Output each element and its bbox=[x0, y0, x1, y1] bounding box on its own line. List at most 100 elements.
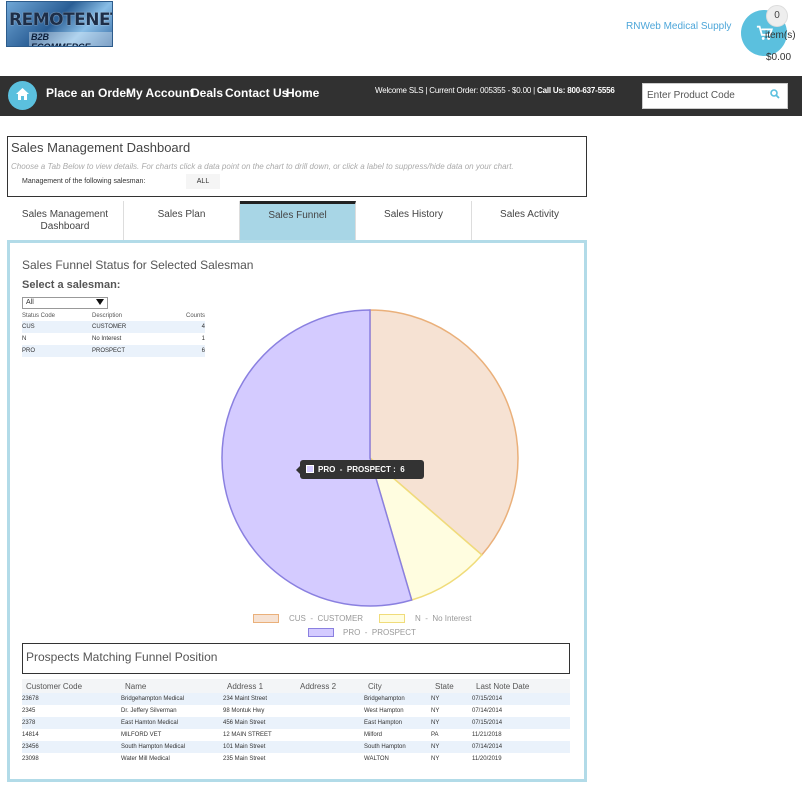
cell-customer-name: South Hampton Medical bbox=[121, 741, 223, 753]
status-header-description: Description bbox=[92, 312, 123, 319]
tab-sales-history[interactable]: Sales History bbox=[356, 201, 472, 241]
cell-customer-name: Bridgehampton Medical bbox=[121, 693, 223, 705]
table-row[interactable]: 23098 Water Mill Medical 235 Main Street WA… bbox=[22, 753, 570, 765]
cell-customer-code: 23098 bbox=[22, 756, 39, 762]
cell-address2 bbox=[296, 693, 364, 705]
funnel-title: Sales Funnel Status for Selected Salesma… bbox=[22, 258, 254, 272]
supplier-link[interactable]: RNWeb Medical Supply bbox=[626, 21, 731, 32]
table-row[interactable]: 23678 Bridgehampton Medical 234 Maint Stre… bbox=[22, 693, 570, 705]
legend-label-2[interactable]: PRO - PROSPECT bbox=[343, 628, 416, 637]
cell-customer-code: 2378 bbox=[22, 717, 121, 729]
cell-customer-code: 14814 bbox=[22, 732, 39, 738]
cell-last-note-date: 07/15/2014 bbox=[472, 693, 570, 705]
col-last-note-date[interactable]: Last Note Date bbox=[472, 679, 570, 693]
logo[interactable]: REMOTENET B2B ECOMMERCE bbox=[6, 1, 113, 47]
col-address2[interactable]: Address 2 bbox=[296, 679, 364, 693]
home-button[interactable] bbox=[8, 81, 37, 110]
cell-last-note-date: 07/14/2014 bbox=[472, 708, 503, 714]
tab-sales-plan[interactable]: Sales Plan bbox=[124, 201, 240, 241]
cell-last-note-date: 07/15/2014 bbox=[472, 717, 570, 729]
legend-swatch-0[interactable] bbox=[253, 614, 279, 623]
salesman-select-value: All bbox=[26, 299, 34, 306]
cell-address2 bbox=[296, 753, 364, 765]
cell-address2 bbox=[296, 717, 364, 729]
cell-address2 bbox=[296, 741, 364, 753]
cell-address1: 98 Montuk Hwy bbox=[223, 708, 265, 714]
cell-city: WALTON bbox=[364, 756, 389, 762]
status-code: N bbox=[22, 336, 27, 342]
status-header-code: Status Code bbox=[22, 312, 56, 319]
search-box bbox=[642, 83, 788, 109]
chart-tooltip: PRO - PROSPECT : 6 bbox=[296, 460, 424, 479]
col-customer-code[interactable]: Customer Code bbox=[22, 679, 121, 693]
tooltip-text: PRO - PROSPECT : 6 bbox=[318, 465, 405, 474]
cell-address1: 12 MAIN STREET bbox=[223, 732, 272, 738]
chevron-down-icon bbox=[96, 299, 104, 305]
nav-contact-us[interactable]: Contact Us bbox=[225, 86, 288, 100]
status-code: PRO bbox=[22, 345, 92, 357]
col-address1[interactable]: Address 1 bbox=[223, 679, 296, 693]
nav-home[interactable]: Home bbox=[286, 86, 319, 100]
prospects-table: Customer Code Name Address 1 Address 2 C… bbox=[22, 679, 570, 765]
home-icon bbox=[16, 88, 29, 100]
cell-last-note-date: 11/21/2018 bbox=[472, 732, 502, 738]
management-label: Management of the following salesman: bbox=[22, 178, 146, 185]
cart-items-label: item(s) bbox=[765, 30, 796, 41]
dashboard-tabs: Sales Management Dashboard Sales Plan Sa… bbox=[7, 201, 587, 241]
cell-state: NY bbox=[431, 741, 472, 753]
cell-last-note-date: 07/14/2014 bbox=[472, 741, 570, 753]
cell-customer-code: 2345 bbox=[22, 708, 36, 714]
cell-address2 bbox=[296, 705, 364, 717]
tab-sales-activity[interactable]: Sales Activity bbox=[472, 201, 587, 241]
cell-state: NY bbox=[431, 708, 440, 714]
col-state[interactable]: State bbox=[431, 679, 472, 693]
cell-customer-name: MILFORD VET bbox=[121, 732, 162, 738]
legend-label-1[interactable]: N - No Interest bbox=[415, 614, 471, 623]
tab-sales-management-dashboard[interactable]: Sales Management Dashboard bbox=[7, 201, 124, 241]
legend-swatch-2[interactable] bbox=[308, 628, 334, 637]
col-name[interactable]: Name bbox=[121, 679, 223, 693]
legend-label-0[interactable]: CUS - CUSTOMER bbox=[289, 614, 363, 623]
col-city[interactable]: City bbox=[364, 679, 431, 693]
cell-customer-name: East Hamton Medical bbox=[121, 717, 223, 729]
cell-city: West Hampton bbox=[364, 708, 404, 714]
table-row[interactable]: N No Interest 1 bbox=[22, 333, 205, 345]
table-row[interactable]: 2345 Dr. Jeffery Silverman 98 Montuk Hwy We… bbox=[22, 705, 570, 717]
status-count: 1 bbox=[201, 336, 205, 342]
dashboard-header: Sales Management Dashboard Choose a Tab … bbox=[7, 136, 587, 197]
table-row[interactable]: 14814 MILFORD VET 12 MAIN STREET Milford PA 1… bbox=[22, 729, 570, 741]
legend-swatch-1[interactable] bbox=[379, 614, 405, 623]
nav-my-account[interactable]: My Account bbox=[126, 86, 194, 100]
nav-deals[interactable]: Deals bbox=[191, 86, 223, 100]
status-table: Status Code Description Counts CUS CUSTO… bbox=[22, 310, 205, 357]
cell-address1: 101 Main Street bbox=[223, 741, 296, 753]
table-row[interactable]: 23456 South Hampton Medical 101 Main Stree… bbox=[22, 741, 570, 753]
cell-customer-code: 23678 bbox=[22, 693, 121, 705]
cell-city: South Hampton bbox=[364, 741, 431, 753]
search-icon[interactable] bbox=[770, 89, 780, 99]
cart-count-badge: 0 bbox=[766, 5, 788, 27]
dashboard-hint: Choose a Tab Below to view details. For … bbox=[11, 162, 514, 171]
cell-address1: 234 Maint Street bbox=[223, 693, 296, 705]
search-input[interactable] bbox=[647, 90, 757, 101]
management-value[interactable]: ALL bbox=[186, 174, 220, 189]
cell-last-note-date: 11/20/2019 bbox=[472, 756, 502, 762]
cell-customer-code: 23456 bbox=[22, 741, 121, 753]
navbar: Place an Order My Account Deals Contact … bbox=[0, 76, 802, 116]
table-row[interactable]: CUS CUSTOMER 4 bbox=[22, 321, 205, 333]
status-header-counts: Counts bbox=[185, 312, 205, 319]
table-row[interactable]: PRO PROSPECT 6 bbox=[22, 345, 205, 357]
tab-sales-funnel[interactable]: Sales Funnel bbox=[240, 201, 356, 241]
cart-total: $0.00 bbox=[766, 52, 792, 63]
prospects-header: Prospects Matching Funnel Position bbox=[22, 643, 570, 674]
nav-place-order[interactable]: Place an Order bbox=[46, 86, 131, 100]
status-description: CUSTOMER bbox=[92, 321, 167, 333]
table-row[interactable]: 2378 East Hamton Medical 456 Main Street Ea… bbox=[22, 717, 570, 729]
cell-customer-name: Water Mill Medical bbox=[121, 756, 170, 762]
dashboard-title: Sales Management Dashboard bbox=[11, 140, 191, 155]
cell-state: NY bbox=[431, 717, 472, 729]
salesman-select[interactable]: All bbox=[22, 297, 108, 309]
prospects-title: Prospects Matching Funnel Position bbox=[26, 650, 218, 664]
select-salesman-label: Select a salesman: bbox=[22, 279, 121, 291]
call-us: Call Us: 800-637-5556 bbox=[537, 86, 615, 95]
